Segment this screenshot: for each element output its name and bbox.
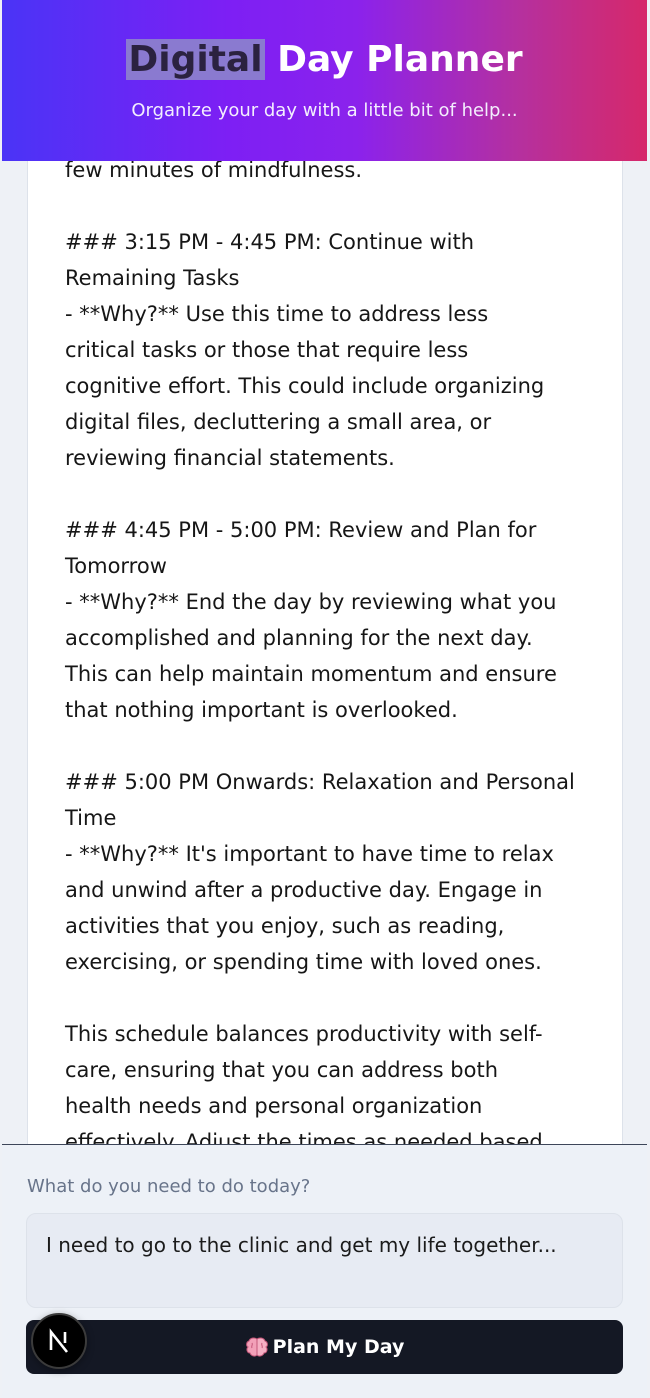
plan-line: and unwind after a productive day. Engag… xyxy=(65,878,543,902)
plan-my-day-label: Plan My Day xyxy=(272,1336,405,1358)
plan-line: reviewing financial statements. xyxy=(65,446,395,470)
plan-line: ### 3:15 PM - 4:45 PM: Continue with xyxy=(65,230,475,254)
plan-gap xyxy=(65,728,600,764)
n-letter-icon xyxy=(49,1328,69,1353)
plan-line: accomplished and planning for the next d… xyxy=(65,626,533,650)
title-rest: Day Planner xyxy=(264,39,523,80)
title-highlight: Digital xyxy=(126,39,265,80)
plan-line: - **Why?** End the day by reviewing what… xyxy=(65,590,557,614)
plan-line: Remaining Tasks xyxy=(65,266,240,290)
plan-line: activities that you enjoy, such as readi… xyxy=(65,914,505,938)
plan-gap xyxy=(65,980,600,1016)
brain-icon xyxy=(245,1337,268,1357)
plan-output-card: few minutes of mindfulness. ### 3:15 PM … xyxy=(27,100,623,1160)
nextjs-logo-icon[interactable] xyxy=(31,1313,87,1369)
input-panel: What do you need to do today? Plan My Da… xyxy=(2,1144,647,1398)
plan-line: cognitive effort. This could include org… xyxy=(65,374,545,398)
plan-line: care, ensuring that you can address both xyxy=(65,1058,499,1082)
plan-line: exercising, or spending time with loved … xyxy=(65,950,542,974)
plan-line: Time xyxy=(65,806,117,830)
plan-output-text: few minutes of mindfulness. ### 3:15 PM … xyxy=(65,152,600,1159)
task-input[interactable] xyxy=(26,1213,623,1308)
page-title: Digital Day Planner xyxy=(2,36,647,84)
plan-gap xyxy=(65,188,600,224)
page-subtitle: Organize your day with a little bit of h… xyxy=(131,100,518,121)
plan-line: - **Why?** It's important to have time t… xyxy=(65,842,554,866)
plan-line: that nothing important is overlooked. xyxy=(65,698,458,722)
plan-line: digital files, decluttering a small area… xyxy=(65,410,492,434)
plan-my-day-button[interactable]: Plan My Day xyxy=(26,1320,623,1374)
plan-line: ### 5:00 PM Onwards: Relaxation and Pers… xyxy=(65,770,575,794)
plan-line: critical tasks or those that require les… xyxy=(65,338,469,362)
app-header: Digital Day Planner Organize your day wi… xyxy=(2,0,647,161)
plan-line: This schedule balances productivity with… xyxy=(65,1022,543,1046)
plan-line: - **Why?** Use this time to address less xyxy=(65,302,489,326)
plan-line: Tomorrow xyxy=(65,554,167,578)
plan-line: health needs and personal organization xyxy=(65,1094,483,1118)
task-input-label: What do you need to do today? xyxy=(27,1176,311,1197)
plan-gap xyxy=(65,476,600,512)
plan-line: This can help maintain momentum and ensu… xyxy=(65,662,557,686)
plan-line: ### 4:45 PM - 5:00 PM: Review and Plan f… xyxy=(65,518,537,542)
